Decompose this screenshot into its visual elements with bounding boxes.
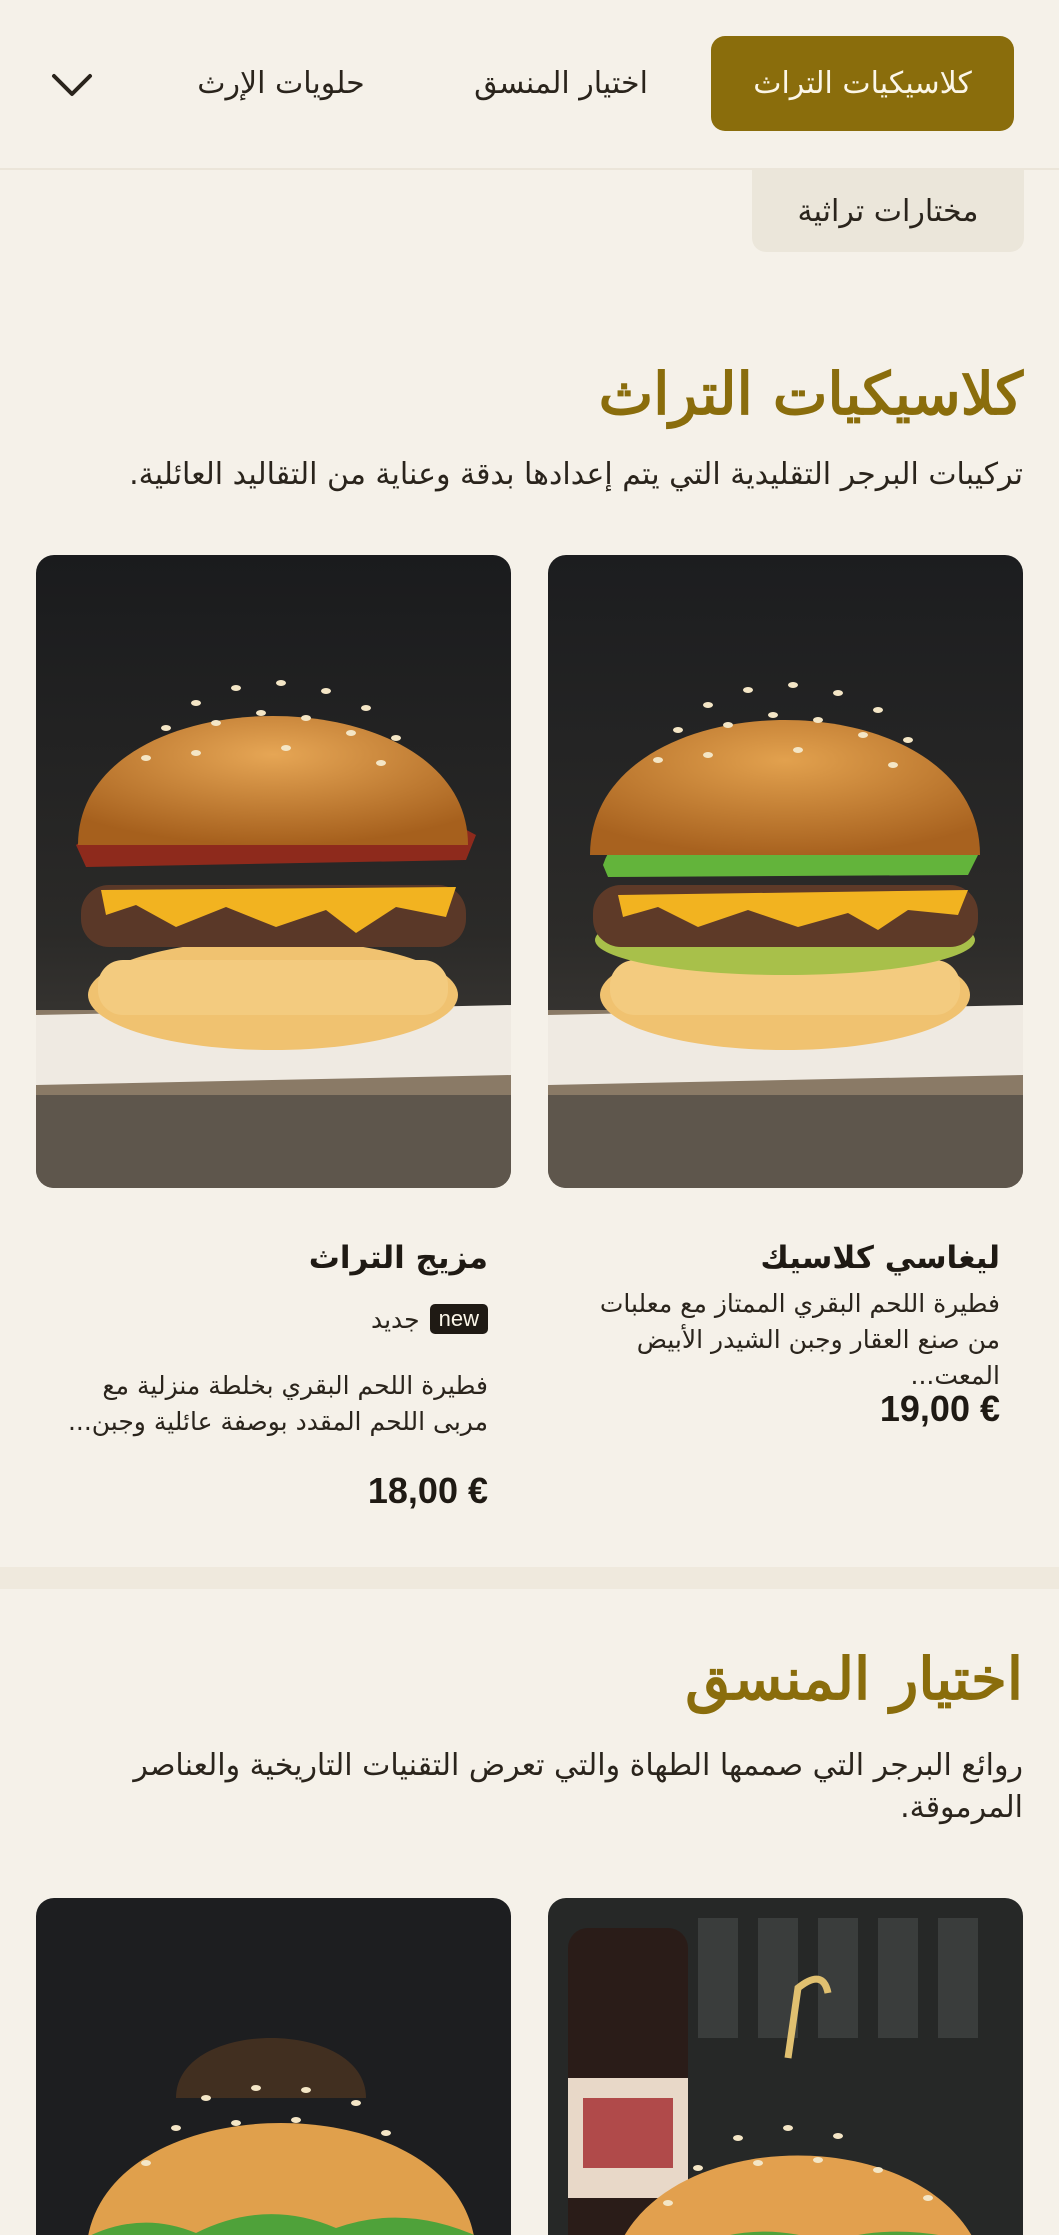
item-name[interactable]: ليغاسي كلاسيك	[760, 1240, 1000, 1276]
more-categories-button[interactable]	[36, 55, 108, 115]
section-title: اختيار المنسق	[685, 1645, 1023, 1713]
item-price: 19,00 €	[879, 1388, 1000, 1429]
section-description: تركيبات البرجر التقليدية التي يتم إعداده…	[129, 457, 1023, 492]
section-description: روائع البرجر التي صممها الطهاة والتي تعر…	[133, 1748, 1023, 1825]
tab-heritage-classics[interactable]: كلاسيكيات التراث	[711, 36, 1014, 131]
section-title: كلاسيكيات التراث	[598, 360, 1023, 428]
section-divider	[0, 1567, 1059, 1589]
chevron-down-icon	[52, 74, 92, 96]
item-description: فطيرة اللحم البقري بخلطة منزلية مع مربى …	[67, 1371, 488, 1436]
subcategory-tab[interactable]: مختارات تراثية	[752, 170, 1024, 252]
burger-image[interactable]	[36, 1898, 511, 2235]
item-description: فطيرة اللحم البقري الممتاز مع معلبات من …	[599, 1289, 1000, 1390]
category-nav: كلاسيكيات التراث اختيار المنسق حلويات ال…	[0, 0, 1059, 170]
item-badges: new جديد	[371, 1304, 488, 1334]
burger-image[interactable]	[548, 1898, 1023, 2235]
item-name[interactable]: مزيج التراث	[309, 1240, 488, 1276]
item-price: 18,00 €	[367, 1470, 488, 1511]
burger-image[interactable]	[36, 555, 511, 1188]
new-badge: new	[429, 1304, 488, 1334]
badge-label: جديد	[370, 1304, 420, 1334]
tab-curators-choice[interactable]: اختيار المنسق	[445, 36, 677, 131]
burger-image[interactable]	[548, 555, 1023, 1188]
tab-legacy-desserts[interactable]: حلويات الإرث	[170, 36, 392, 131]
